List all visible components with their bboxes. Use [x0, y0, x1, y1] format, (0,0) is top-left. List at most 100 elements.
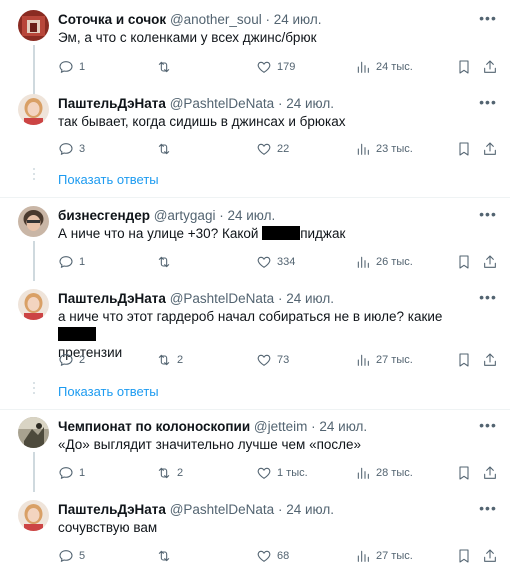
more-icon[interactable]: •••: [476, 206, 500, 226]
author-handle[interactable]: @PashtelDeNata: [170, 502, 275, 517]
author-name[interactable]: ПаштельДэНата: [58, 291, 166, 306]
author-name[interactable]: ПаштельДэНата: [58, 96, 166, 111]
avatar[interactable]: [18, 289, 49, 320]
avatar[interactable]: [18, 417, 49, 448]
reply-button[interactable]: 1: [58, 252, 85, 272]
tweet-actions: 2 2 73 27 тыс.: [58, 350, 498, 370]
tweet-date[interactable]: 24 июл.: [319, 419, 367, 434]
tweet[interactable]: ПаштельДэНата @PashtelDeNata · 24 июл. •…: [0, 500, 510, 570]
bookmark-button[interactable]: [456, 463, 472, 483]
bookmark-button[interactable]: [456, 57, 472, 77]
bookmark-button[interactable]: [456, 252, 472, 272]
author-name[interactable]: бизнесгендер: [58, 208, 150, 223]
more-icon[interactable]: •••: [476, 289, 500, 309]
reply-button[interactable]: 2: [58, 350, 85, 370]
retweet-button[interactable]: [156, 546, 177, 566]
author-name[interactable]: Чемпионат по колоноскопии: [58, 419, 250, 434]
tweet[interactable]: ПаштельДэНата @PashtelDeNata · 24 июл. •…: [0, 94, 510, 164]
like-count: 73: [277, 354, 290, 366]
bookmark-icon: [459, 60, 469, 74]
bookmark-icon: [459, 353, 469, 367]
avatar[interactable]: [18, 500, 49, 531]
reply-button[interactable]: 1: [58, 57, 85, 77]
tweet-header: Соточка и сочок @another_soul · 24 июл.: [58, 10, 322, 30]
tweet-actions: 3 22 23 тыс.: [58, 139, 498, 159]
thread-dots: [31, 168, 37, 183]
share-button[interactable]: [482, 463, 498, 483]
tweet-date[interactable]: 24 июл.: [274, 12, 322, 27]
author-name[interactable]: ПаштельДэНата: [58, 502, 166, 517]
views-button[interactable]: 27 тыс.: [355, 546, 413, 566]
tweet[interactable]: ПаштельДэНата @PashtelDeNata · 24 июл. •…: [0, 289, 510, 369]
reply-icon: [59, 467, 73, 479]
views-count: 23 тыс.: [376, 143, 413, 155]
author-handle[interactable]: @another_soul: [170, 12, 262, 27]
more-icon[interactable]: •••: [476, 417, 500, 437]
views-icon: [357, 143, 369, 155]
tweet-header: ПаштельДэНата @PashtelDeNata · 24 июл.: [58, 94, 334, 114]
views-count: 26 тыс.: [376, 256, 413, 268]
reply-button[interactable]: 1: [58, 463, 85, 483]
like-button[interactable]: 22: [256, 139, 289, 159]
retweet-button[interactable]: [156, 252, 177, 272]
tweet[interactable]: Чемпионат по колоноскопии @jetteim · 24 …: [0, 417, 510, 492]
tweet[interactable]: бизнесгендер @artygagi · 24 июл. ••• А н…: [0, 206, 510, 281]
retweet-button[interactable]: [156, 57, 177, 77]
views-count: 27 тыс.: [376, 550, 413, 562]
views-button[interactable]: 28 тыс.: [355, 463, 413, 483]
share-button[interactable]: [482, 350, 498, 370]
views-count: 24 тыс.: [376, 61, 413, 73]
avatar[interactable]: [18, 94, 49, 125]
like-button[interactable]: 179: [256, 57, 295, 77]
like-button[interactable]: 1 тыс.: [256, 463, 308, 483]
author-handle[interactable]: @artygagi: [154, 208, 216, 223]
tweet-date[interactable]: 24 июл.: [286, 96, 334, 111]
like-count: 1 тыс.: [277, 467, 308, 479]
share-button[interactable]: [482, 546, 498, 566]
views-button[interactable]: 27 тыс.: [355, 350, 413, 370]
separator-dot: ·: [311, 419, 316, 434]
more-icon[interactable]: •••: [476, 10, 500, 30]
author-handle[interactable]: @PashtelDeNata: [170, 291, 275, 306]
more-icon[interactable]: •••: [476, 500, 500, 520]
avatar[interactable]: [18, 10, 49, 41]
tweet[interactable]: Соточка и сочок @another_soul · 24 июл. …: [0, 10, 510, 125]
reply-button[interactable]: 5: [58, 546, 85, 566]
author-name[interactable]: Соточка и сочок: [58, 12, 166, 27]
bookmark-button[interactable]: [456, 139, 472, 159]
show-replies-link[interactable]: Показать ответы: [58, 384, 159, 399]
bookmark-button[interactable]: [456, 350, 472, 370]
tweet-date[interactable]: 24 июл.: [286, 502, 334, 517]
tweet-text-part: а ниче что этот гардероб начал собиратьс…: [58, 309, 443, 324]
retweet-button[interactable]: [156, 139, 177, 159]
tweet-date[interactable]: 24 июл.: [227, 208, 275, 223]
author-handle[interactable]: @PashtelDeNata: [170, 96, 275, 111]
share-icon: [484, 255, 496, 268]
bookmark-button[interactable]: [456, 546, 472, 566]
share-icon: [484, 60, 496, 73]
views-count: 28 тыс.: [376, 467, 413, 479]
like-button[interactable]: 334: [256, 252, 295, 272]
views-button[interactable]: 24 тыс.: [355, 57, 413, 77]
tweet-date[interactable]: 24 июл.: [286, 291, 334, 306]
share-button[interactable]: [482, 57, 498, 77]
more-icon[interactable]: •••: [476, 94, 500, 114]
show-replies-link[interactable]: Показать ответы: [58, 172, 159, 187]
share-button[interactable]: [482, 139, 498, 159]
retweet-icon: [158, 550, 170, 562]
reply-button[interactable]: 3: [58, 139, 85, 159]
retweet-button[interactable]: 2: [156, 350, 183, 370]
redaction-block: [58, 327, 96, 341]
like-button[interactable]: 73: [256, 350, 289, 370]
author-handle[interactable]: @jetteim: [254, 419, 307, 434]
avatar[interactable]: [18, 206, 49, 237]
views-button[interactable]: 23 тыс.: [355, 139, 413, 159]
separator-dot: ·: [277, 96, 283, 111]
share-button[interactable]: [482, 252, 498, 272]
tweet-text-part: пиджак: [300, 226, 346, 241]
retweet-icon: [158, 354, 170, 366]
like-button[interactable]: 68: [256, 546, 289, 566]
views-button[interactable]: 26 тыс.: [355, 252, 413, 272]
retweet-button[interactable]: 2: [156, 463, 183, 483]
retweet-icon: [158, 61, 170, 73]
